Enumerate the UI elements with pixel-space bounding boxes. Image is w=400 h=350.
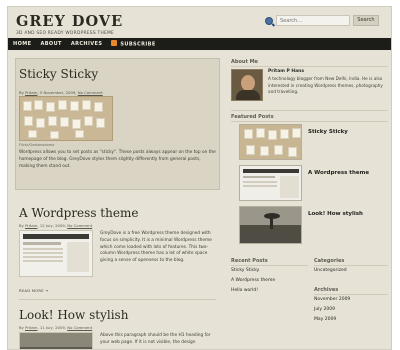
avatar xyxy=(231,69,263,101)
meta-date: , 12 July, 2009, xyxy=(37,223,67,228)
featured-image-look-how-stylish[interactable] xyxy=(239,206,302,244)
archive-link[interactable]: November 2009 xyxy=(314,297,350,302)
meta-date: , 11 July, 2009, xyxy=(37,325,67,330)
post-excerpt: Wordpress allows you to set posts as "st… xyxy=(19,150,216,169)
post-thumbnail[interactable] xyxy=(19,332,93,349)
featured-image-sticky[interactable] xyxy=(239,124,302,160)
nav-item-archives[interactable]: ARCHIVES xyxy=(71,41,103,47)
post-excerpt: GreyDove is a free Wordpress theme desig… xyxy=(100,231,212,264)
rss-icon xyxy=(111,40,118,47)
site-branding: GREY DOVE 3D AND SEO READY WORDPRESS THE… xyxy=(16,14,123,36)
post-thumbnail[interactable] xyxy=(19,230,93,277)
recent-post-link[interactable]: A Wordpress theme xyxy=(231,278,275,283)
archive-link[interactable]: May 2009 xyxy=(314,317,336,322)
archives-heading: Archives xyxy=(314,287,339,293)
post-title-wordpress-theme[interactable]: A Wordpress theme xyxy=(19,206,138,220)
search-input[interactable] xyxy=(276,15,350,26)
page: GREY DOVE 3D AND SEO READY WORDPRESS THE… xyxy=(7,6,392,350)
sidebar-divider xyxy=(314,265,388,266)
subscribe-label: SUBSCRIBE xyxy=(120,41,156,48)
post-meta: By Pritam, 11 July, 2009, No Comment xyxy=(19,325,92,330)
meta-comments-link[interactable]: No Comment xyxy=(67,223,92,228)
meta-comments-link[interactable]: No Comment xyxy=(78,90,103,95)
read-more-link[interactable]: READ MORE → xyxy=(19,288,49,293)
featured-image-wordpress-theme[interactable] xyxy=(239,165,302,201)
post-title-sticky[interactable]: Sticky Sticky xyxy=(19,67,98,81)
featured-heading: Featured Posts xyxy=(231,114,274,120)
meta-date: , 5 November, 2009, xyxy=(37,90,77,95)
meta-author-link[interactable]: Pritam xyxy=(25,90,37,95)
category-link[interactable]: Uncategorized xyxy=(314,268,347,273)
archive-link[interactable]: July 2009 xyxy=(314,307,335,312)
post-separator xyxy=(19,299,216,300)
featured-link-wordpress-theme[interactable]: A Wordpress theme xyxy=(308,170,369,176)
search-button[interactable]: Search xyxy=(353,15,379,26)
meta-by: By xyxy=(19,90,24,95)
recent-post-link[interactable]: Sticky Sticky xyxy=(231,268,259,273)
sidebar-divider xyxy=(231,110,388,111)
meta-comments-link[interactable]: No Comment xyxy=(67,325,92,330)
recent-post-link[interactable]: Hello world! xyxy=(231,288,258,293)
meta-author-link[interactable]: Pritam xyxy=(25,325,37,330)
nav-item-home[interactable]: HOME xyxy=(13,41,31,47)
sidebar-divider xyxy=(231,265,308,266)
post-title-look-how-stylish[interactable]: Look! How stylish xyxy=(19,308,128,322)
about-text: A technology blogger from New Delhi, Ind… xyxy=(268,76,383,94)
sidebar-divider xyxy=(231,66,388,67)
site-title[interactable]: GREY DOVE xyxy=(16,14,123,29)
meta-by: By xyxy=(19,223,24,228)
featured-link-sticky[interactable]: Sticky Sticky xyxy=(308,129,348,135)
image-caption: Flickr/Gaetanodoma xyxy=(19,143,55,147)
sidebar-divider xyxy=(231,121,388,122)
nav-item-about[interactable]: ABOUT xyxy=(40,41,61,47)
categories-heading: Categories xyxy=(314,258,345,264)
meta-by: By xyxy=(19,325,24,330)
post-meta: By Pritam, 12 July, 2009, No Comment xyxy=(19,223,92,228)
site-tagline: 3D AND SEO READY WORDPRESS THEME xyxy=(16,31,115,36)
recent-posts-heading: Recent Posts xyxy=(231,258,268,264)
sidebar-divider xyxy=(314,294,388,295)
nav-item-subscribe[interactable]: SUBSCRIBE xyxy=(111,40,156,48)
about-heading: About Me xyxy=(231,59,258,65)
main-nav: HOME ABOUT ARCHIVES SUBSCRIBE xyxy=(8,38,391,50)
featured-link-look-how-stylish[interactable]: Look! How stylish xyxy=(308,211,363,217)
search-icon xyxy=(265,17,273,25)
about-name: Pritam P Hans xyxy=(268,69,305,74)
post-excerpt: Above this paragraph should be the H1 he… xyxy=(100,333,211,345)
post-meta: By Pritam, 5 November, 2009, No Comment xyxy=(19,90,103,95)
sticky-post-image[interactable] xyxy=(19,96,113,141)
meta-author-link[interactable]: Pritam xyxy=(25,223,37,228)
